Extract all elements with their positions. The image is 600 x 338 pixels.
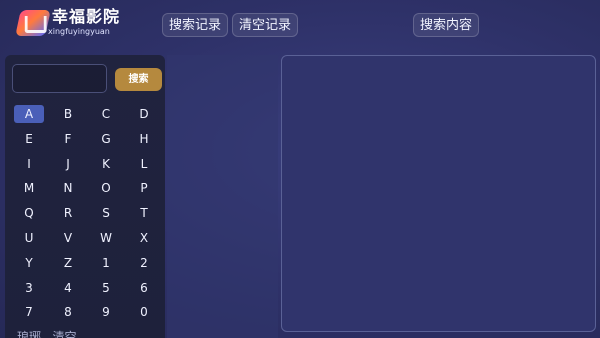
app-logo: 幸福影院 xingfuyingyuan	[15, 7, 128, 40]
key-c[interactable]: C	[91, 105, 121, 123]
key-6[interactable]: 6	[129, 279, 159, 297]
key-b[interactable]: B	[53, 105, 83, 123]
search-results-panel	[281, 55, 596, 332]
key-n[interactable]: N	[53, 179, 83, 197]
search-input[interactable]	[12, 64, 107, 93]
key-x[interactable]: X	[129, 229, 159, 247]
key-v[interactable]: V	[53, 229, 83, 247]
key-4[interactable]: 4	[53, 279, 83, 297]
key-e[interactable]: E	[14, 130, 44, 148]
search-history-button[interactable]: 搜索记录	[162, 13, 228, 37]
clear-history-button[interactable]: 清空记录	[232, 13, 298, 37]
key-r[interactable]: R	[53, 204, 83, 222]
key-7[interactable]: 7	[14, 303, 44, 321]
key-m[interactable]: M	[14, 179, 44, 197]
history-list-panel	[167, 55, 278, 338]
key-s[interactable]: S	[91, 204, 121, 222]
key-w[interactable]: W	[91, 229, 121, 247]
app-title: 幸福影院	[52, 7, 121, 26]
key-u[interactable]: U	[14, 229, 44, 247]
key-a[interactable]: A	[14, 105, 44, 123]
key-2[interactable]: 2	[129, 254, 159, 272]
history-peek: 琅琊...清空	[17, 330, 77, 338]
key-k[interactable]: K	[91, 155, 121, 173]
key-t[interactable]: T	[129, 204, 159, 222]
key-3[interactable]: 3	[14, 279, 44, 297]
key-i[interactable]: I	[14, 155, 44, 173]
key-d[interactable]: D	[129, 105, 159, 123]
key-l[interactable]: L	[129, 155, 159, 173]
key-o[interactable]: O	[91, 179, 121, 197]
search-button[interactable]: 搜索	[115, 68, 162, 91]
app-subtitle: xingfuyingyuan	[48, 27, 110, 36]
key-f[interactable]: F	[53, 130, 83, 148]
key-q[interactable]: Q	[14, 204, 44, 222]
key-y[interactable]: Y	[14, 254, 44, 272]
key-j[interactable]: J	[53, 155, 83, 173]
key-0[interactable]: 0	[129, 303, 159, 321]
key-h[interactable]: H	[129, 130, 159, 148]
logo-icon	[15, 10, 51, 36]
key-5[interactable]: 5	[91, 279, 121, 297]
key-9[interactable]: 9	[91, 303, 121, 321]
key-z[interactable]: Z	[53, 254, 83, 272]
key-1[interactable]: 1	[91, 254, 121, 272]
key-p[interactable]: P	[129, 179, 159, 197]
key-g[interactable]: G	[91, 130, 121, 148]
key-8[interactable]: 8	[53, 303, 83, 321]
keyboard-panel: 搜索 ABCDEFGHIJKLMNOPQRSTUVWXYZ1234567890 …	[5, 55, 165, 338]
search-content-button[interactable]: 搜索内容	[413, 13, 479, 37]
